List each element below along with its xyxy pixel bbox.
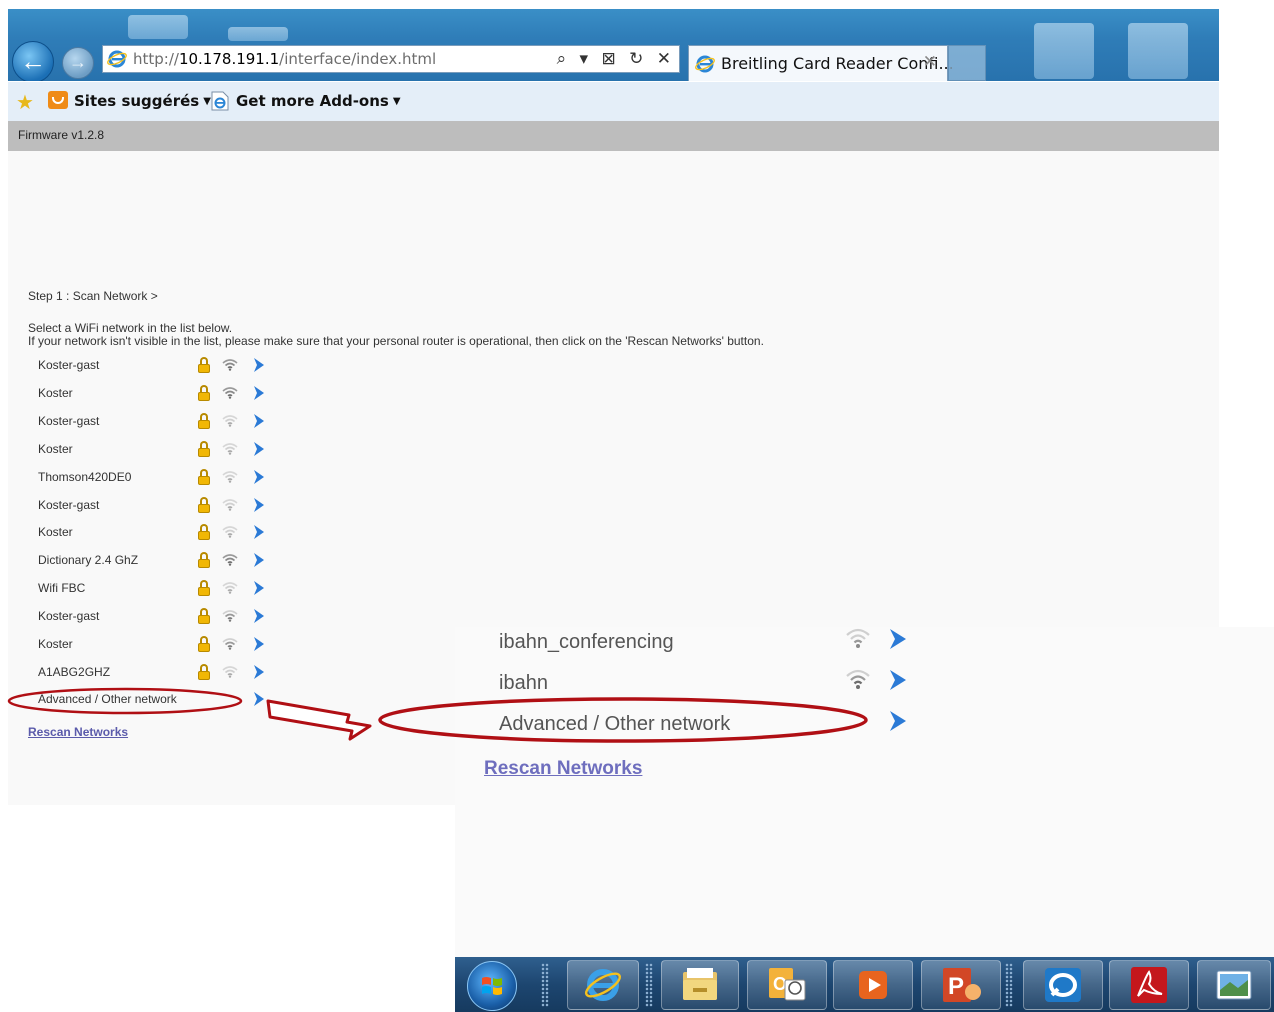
picture-viewer-icon <box>1216 970 1252 1000</box>
windows-start-icon[interactable] <box>467 961 517 1011</box>
taskbar-powerpoint[interactable]: P <box>921 960 1001 1010</box>
taskbar-internet-explorer[interactable] <box>567 960 639 1010</box>
taskbar-grip <box>645 963 653 1007</box>
lync-icon <box>1045 968 1081 1002</box>
taskbar-picture-viewer[interactable] <box>1197 960 1271 1010</box>
svg-text:P: P <box>948 973 964 1000</box>
taskbar-lync[interactable] <box>1023 960 1103 1010</box>
acrobat-icon <box>1131 967 1167 1003</box>
highlight-ellipse-large <box>378 697 868 743</box>
windows-taskbar: O P <box>455 957 1274 1012</box>
taskbar-outlook[interactable]: O <box>747 960 827 1010</box>
taskbar-media-player[interactable] <box>833 960 913 1010</box>
file-explorer-icon <box>683 968 717 1000</box>
taskbar-acrobat[interactable] <box>1109 960 1189 1010</box>
media-player-icon <box>859 971 887 999</box>
outlook-icon: O <box>769 968 806 1001</box>
taskbar-file-explorer[interactable] <box>661 960 739 1010</box>
highlight-ellipse-small <box>7 687 243 715</box>
annotation-overlay <box>7 687 868 743</box>
taskbar-grip <box>541 963 549 1007</box>
powerpoint-icon: P <box>943 968 981 1002</box>
internet-explorer-icon <box>584 969 622 1001</box>
windows-logo-icon <box>482 977 502 995</box>
taskbar-grip <box>1005 963 1013 1007</box>
annotation-arrow <box>266 699 372 741</box>
